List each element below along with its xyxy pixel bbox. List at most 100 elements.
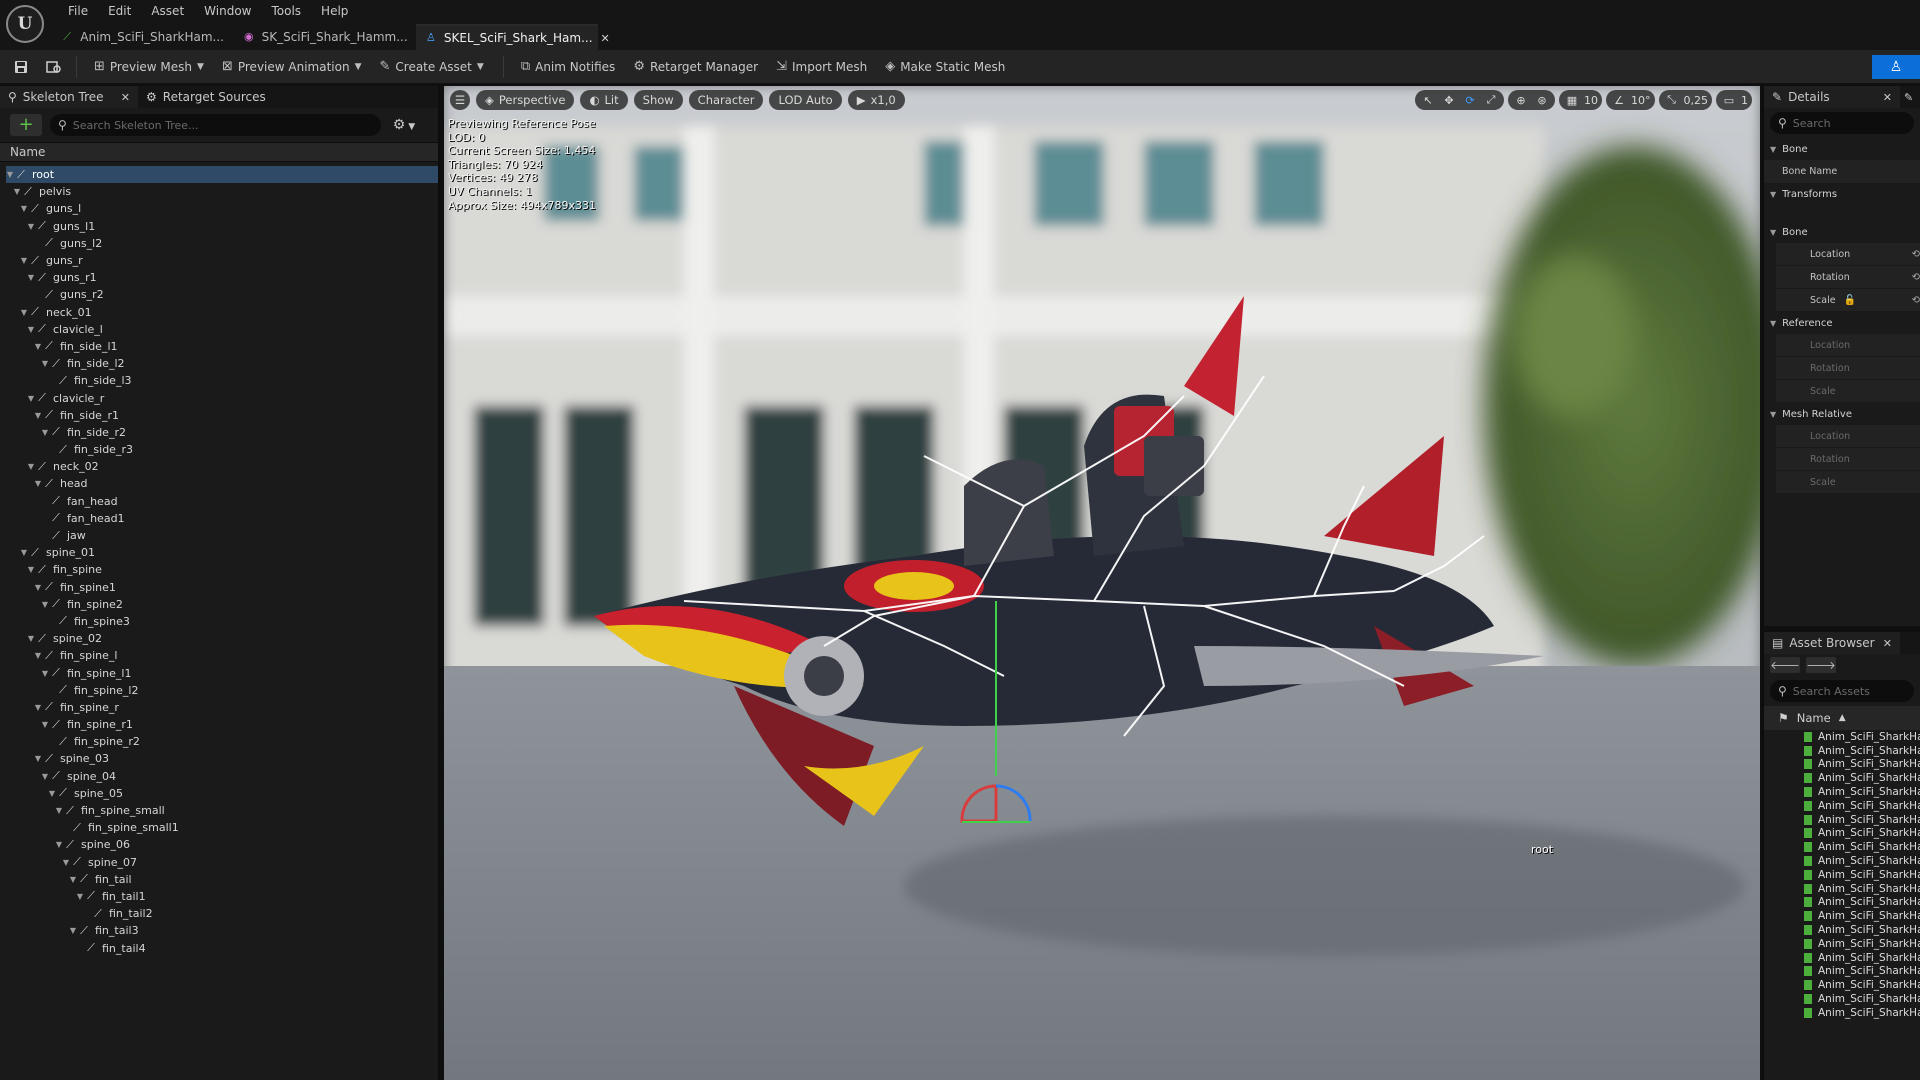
save-icon[interactable] — [9, 55, 33, 79]
bone-row-head[interactable]: ▼ ⟋ head — [6, 475, 438, 492]
bone-row-clavicle-r[interactable]: ▼ ⟋ clavicle_r — [6, 389, 438, 406]
tab-anim-sequence[interactable]: ⟋ Anim_SciFi_SharkHam... — [52, 24, 234, 50]
bone-row-fan-head1[interactable]: ⟋ fan_head1 — [6, 510, 438, 527]
character-button[interactable]: Character — [688, 90, 764, 110]
asset-list-item[interactable]: Anim_SciFi_SharkHa — [1764, 909, 1920, 923]
close-icon[interactable]: ✕ — [1883, 637, 1892, 650]
bone-row-fin-spine-l1[interactable]: ▼ ⟋ fin_spine_l1 — [6, 664, 438, 681]
bone-rotation-row[interactable]: Rotation ⟲ — [1776, 266, 1920, 289]
menu-file[interactable]: File — [58, 2, 98, 20]
expand-arrow-icon[interactable]: ▼ — [27, 394, 35, 403]
camera-speed-group[interactable]: ▭ 1 — [1716, 90, 1752, 110]
expand-arrow-icon[interactable]: ▼ — [34, 583, 42, 592]
bone-scale-row[interactable]: Scale 🔓 ⟲ — [1776, 289, 1920, 312]
asset-list-item[interactable]: Anim_SciFi_SharkHa — [1764, 758, 1920, 772]
expand-arrow-icon[interactable]: ▼ — [48, 789, 56, 798]
bone-row-fin-side-l2[interactable]: ▼ ⟋ fin_side_l2 — [6, 355, 438, 372]
bone-row-fin-tail[interactable]: ▼ ⟋ fin_tail — [6, 871, 438, 888]
create-asset-button[interactable]: ✎ Create Asset ▼ — [370, 54, 492, 80]
asset-list-item[interactable]: Anim_SciFi_SharkHa — [1764, 771, 1920, 785]
tab-skeleton-tree[interactable]: ⚲ Skeleton Tree ✕ — [0, 86, 138, 108]
expand-arrow-icon[interactable]: ▼ — [34, 703, 42, 712]
bone-row-fin-side-l1[interactable]: ▼ ⟋ fin_side_l1 — [6, 338, 438, 355]
menu-window[interactable]: Window — [194, 2, 261, 20]
expand-arrow-icon[interactable]: ▼ — [20, 548, 28, 557]
expand-arrow-icon[interactable]: ▼ — [20, 204, 28, 213]
expand-arrow-icon[interactable]: ▼ — [41, 359, 49, 368]
reset-icon[interactable]: ⟲ — [1912, 295, 1920, 306]
expand-arrow-icon[interactable]: ▼ — [20, 256, 28, 265]
expand-arrow-icon[interactable]: ▼ — [41, 720, 49, 729]
bone-row-guns-r1[interactable]: ▼ ⟋ guns_r1 — [6, 269, 438, 286]
preview-animation-button[interactable]: ⊠ Preview Animation ▼ — [213, 54, 371, 80]
skeleton-search-input[interactable] — [72, 118, 373, 132]
asset-list-item[interactable]: Anim_SciFi_SharkHa — [1764, 978, 1920, 992]
asset-list-item[interactable]: Anim_SciFi_SharkHa — [1764, 923, 1920, 937]
asset-list-item[interactable]: Anim_SciFi_SharkHa — [1764, 827, 1920, 841]
bone-row-fin-side-r1[interactable]: ▼ ⟋ fin_side_r1 — [6, 407, 438, 424]
bone-row-guns-r[interactable]: ▼ ⟋ guns_r — [6, 252, 438, 269]
asset-list-item[interactable]: Anim_SciFi_SharkHa — [1764, 730, 1920, 744]
bone-row-fin-side-l3[interactable]: ⟋ fin_side_l3 — [6, 372, 438, 389]
lod-button[interactable]: LOD Auto — [769, 90, 842, 110]
expand-arrow-icon[interactable]: ▼ — [69, 926, 77, 935]
bone-row-spine-03[interactable]: ▼ ⟋ spine_03 — [6, 750, 438, 767]
expand-arrow-icon[interactable]: ▼ — [41, 428, 49, 437]
bone-row-fin-tail2[interactable]: ⟋ fin_tail2 — [6, 905, 438, 922]
make-static-mesh-button[interactable]: ◈ Make Static Mesh — [876, 54, 1014, 80]
rotate-tool-icon[interactable]: ⟳ — [1461, 91, 1479, 109]
asset-list-item[interactable]: Anim_SciFi_SharkHa — [1764, 785, 1920, 799]
bone-row-spine-04[interactable]: ▼ ⟋ spine_04 — [6, 768, 438, 785]
expand-arrow-icon[interactable]: ▼ — [34, 411, 42, 420]
preview-mesh-button[interactable]: ⊞ Preview Mesh ▼ — [85, 54, 213, 80]
expand-arrow-icon[interactable]: ▼ — [27, 462, 35, 471]
expand-arrow-icon[interactable]: ▼ — [27, 565, 35, 574]
lit-button[interactable]: ◐ Lit — [580, 90, 628, 110]
menu-asset[interactable]: Asset — [141, 2, 194, 20]
subcategory-reference[interactable]: ▼ Reference — [1764, 312, 1920, 334]
bone-row-fin-spine-r2[interactable]: ⟋ fin_spine_r2 — [6, 733, 438, 750]
edit-icon[interactable]: ✎ — [1904, 91, 1913, 104]
asset-column-header[interactable]: ⚑ Name ▲ — [1764, 706, 1920, 730]
asset-list-item[interactable]: Anim_SciFi_SharkHa — [1764, 1006, 1920, 1020]
persona-mode-button[interactable]: ♙ — [1872, 55, 1920, 79]
retarget-manager-button[interactable]: ⚙ Retarget Manager — [624, 54, 767, 80]
tree-column-header[interactable]: Name — [0, 142, 438, 162]
expand-arrow-icon[interactable]: ▼ — [69, 875, 77, 884]
bone-row-spine-07[interactable]: ▼ ⟋ spine_07 — [6, 854, 438, 871]
asset-list-item[interactable]: Anim_SciFi_SharkHa — [1764, 896, 1920, 910]
bone-row-fan-head[interactable]: ⟋ fan_head — [6, 493, 438, 510]
expand-arrow-icon[interactable]: ▼ — [27, 222, 35, 231]
menu-tools[interactable]: Tools — [261, 2, 311, 20]
tab-details[interactable]: ✎ Details ✕ — [1764, 86, 1900, 108]
bone-row-fin-tail3[interactable]: ▼ ⟋ fin_tail3 — [6, 922, 438, 939]
bone-row-pelvis[interactable]: ▼ ⟋ pelvis — [6, 183, 438, 200]
bone-row-spine-05[interactable]: ▼ ⟋ spine_05 — [6, 785, 438, 802]
bone-row-neck-02[interactable]: ▼ ⟋ neck_02 — [6, 458, 438, 475]
expand-arrow-icon[interactable]: ▼ — [27, 273, 35, 282]
expand-arrow-icon[interactable]: ▼ — [34, 479, 42, 488]
asset-list-item[interactable]: Anim_SciFi_SharkHa — [1764, 951, 1920, 965]
expand-arrow-icon[interactable]: ▼ — [55, 806, 63, 815]
bone-row-fin-spine-small1[interactable]: ⟋ fin_spine_small1 — [6, 819, 438, 836]
expand-arrow-icon[interactable]: ▼ — [62, 858, 70, 867]
perspective-button[interactable]: ◈ Perspective — [476, 90, 575, 110]
expand-arrow-icon[interactable]: ▼ — [34, 754, 42, 763]
asset-list-item[interactable]: Anim_SciFi_SharkHa — [1764, 868, 1920, 882]
expand-arrow-icon[interactable]: ▼ — [41, 772, 49, 781]
asset-list-item[interactable]: Anim_SciFi_SharkHa — [1764, 854, 1920, 868]
expand-arrow-icon[interactable]: ▼ — [27, 325, 35, 334]
rotation-snap-group[interactable]: ∠ 10° — [1606, 90, 1655, 110]
asset-list-item[interactable]: Anim_SciFi_SharkHa — [1764, 744, 1920, 758]
bone-row-fin-side-r2[interactable]: ▼ ⟋ fin_side_r2 — [6, 424, 438, 441]
scale-snap-group[interactable]: ⤡ 0,25 — [1658, 90, 1712, 110]
asset-search-input[interactable] — [1792, 684, 1903, 698]
bone-row-jaw[interactable]: ⟋ jaw — [6, 527, 438, 544]
asset-list-item[interactable]: Anim_SciFi_SharkHa — [1764, 937, 1920, 951]
reset-icon[interactable]: ⟲ — [1912, 272, 1920, 283]
forward-arrow-icon[interactable]: 🡒 — [1806, 657, 1836, 673]
details-search-input[interactable] — [1792, 116, 1903, 130]
bone-row-guns-l2[interactable]: ⟋ guns_l2 — [6, 235, 438, 252]
expand-arrow-icon[interactable]: ▼ — [6, 170, 14, 179]
expand-arrow-icon[interactable]: ▼ — [76, 892, 84, 901]
